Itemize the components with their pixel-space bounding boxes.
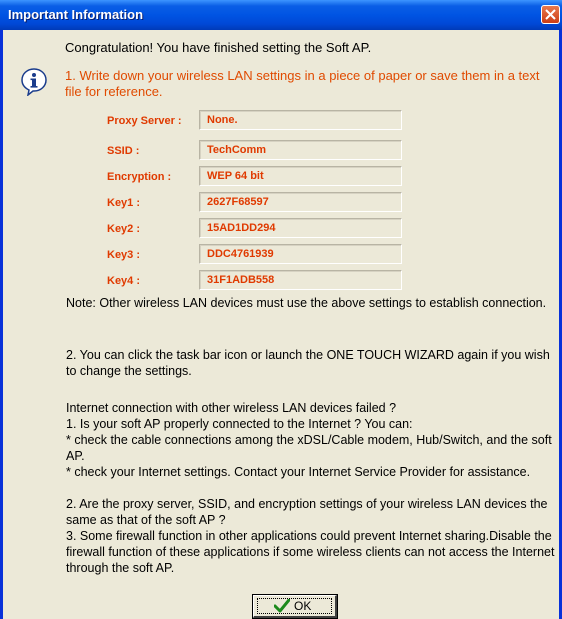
ok-button[interactable]: OK xyxy=(252,594,338,619)
key2-label: Key2 : xyxy=(107,223,141,235)
ssid-label: SSID : xyxy=(107,145,140,157)
troubleshoot-heading: Internet connection with other wireless … xyxy=(66,401,397,415)
checkmark-icon xyxy=(274,599,290,613)
close-button[interactable] xyxy=(541,5,560,24)
ssid-field: TechComm xyxy=(199,140,402,160)
troubleshoot-q3: 3. Some firewall function in other appli… xyxy=(66,529,555,575)
key2-field: 15AD1DD294 xyxy=(199,218,402,238)
proxy-server-field: None. xyxy=(199,110,402,130)
troubleshoot-q1: 1. Is your soft AP properly connected to… xyxy=(66,417,413,431)
step2-instruction: 2. You can click the task bar icon or la… xyxy=(66,348,550,378)
encryption-field: WEP 64 bit xyxy=(199,166,402,186)
note-text: Note: Other wireless LAN devices must us… xyxy=(66,296,547,310)
congratulation-text: Congratulation! You have finished settin… xyxy=(65,40,372,55)
info-icon xyxy=(21,68,47,96)
troubleshoot-q2: 2. Are the proxy server, SSID, and encry… xyxy=(66,497,548,527)
close-icon xyxy=(545,9,556,20)
title-bar[interactable]: Important Information xyxy=(0,0,562,30)
dialog-window: Important Information Congratulation! Yo… xyxy=(0,0,562,619)
encryption-label: Encryption : xyxy=(107,171,172,183)
key4-field: 31F1ADB558 xyxy=(199,270,402,290)
key1-label: Key1 : xyxy=(107,197,141,209)
troubleshoot-q1-b: * check your Internet settings. Contact … xyxy=(66,465,531,479)
key3-label: Key3 : xyxy=(107,249,141,261)
window-title: Important Information xyxy=(8,7,144,22)
troubleshoot-q1-a: * check the cable connections among the … xyxy=(66,433,552,463)
key4-label: Key4 : xyxy=(107,275,141,287)
ok-button-label: OK xyxy=(294,599,312,613)
dialog-content: Congratulation! You have finished settin… xyxy=(3,30,559,619)
step1-instruction: 1. Write down your wireless LAN settings… xyxy=(65,68,540,99)
key3-field: DDC4761939 xyxy=(199,244,402,264)
key1-field: 2627F68597 xyxy=(199,192,402,212)
proxy-server-label: Proxy Server : xyxy=(107,115,182,127)
